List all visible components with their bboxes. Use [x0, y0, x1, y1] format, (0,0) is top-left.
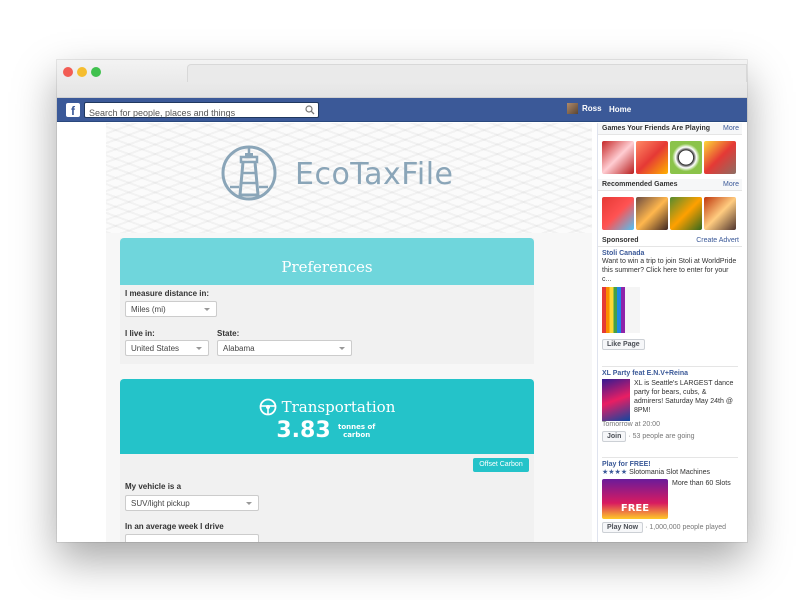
chevron-down-icon [204, 308, 210, 311]
game-tile[interactable] [636, 141, 668, 174]
ad-stoli: Stoli Canada Want to win a trip to join … [602, 250, 738, 351]
chevron-down-icon [196, 347, 202, 350]
distance-value: Miles (mi) [131, 305, 166, 314]
browser-tab[interactable] [187, 64, 747, 82]
recommended-games-title: Recommended Games [602, 181, 678, 188]
offset-carbon-button[interactable]: Offset Carbon [473, 458, 529, 472]
country-select[interactable]: United States [125, 340, 209, 356]
going-count: · 53 people are going [628, 433, 695, 440]
page-content: EcoTaxFile Preferences I measure distanc… [57, 123, 747, 542]
lighthouse-icon [221, 145, 277, 201]
rating-stars: ★★★★ [602, 469, 628, 476]
join-button[interactable]: Join [602, 431, 627, 442]
logo-text: EcoTaxFile [295, 156, 454, 192]
minimize-window-button[interactable] [77, 67, 87, 77]
maximize-window-button[interactable] [91, 67, 101, 77]
steering-wheel-icon [259, 398, 277, 416]
recommended-games-row [598, 192, 742, 235]
game-tile[interactable] [636, 197, 668, 230]
vehicle-label: My vehicle is a [125, 482, 182, 491]
country-value: United States [131, 344, 180, 353]
sponsored-header: Sponsored Create Advert [598, 235, 742, 247]
transportation-header: Transportation 3.83 tonnes of carbon [120, 379, 534, 454]
search-input[interactable] [85, 106, 297, 120]
create-advert-link[interactable]: Create Advert [696, 237, 739, 244]
weekly-distance-label: In an average week I drive [125, 522, 224, 531]
vehicle-select[interactable]: SUV/light pickup [125, 495, 259, 511]
ad-xl-party: XL Party feat E.N.V+Reina XL is Seattle'… [602, 366, 738, 442]
played-count: · 1,000,000 people played [645, 524, 727, 531]
play-now-button[interactable]: Play Now [602, 522, 644, 533]
browser-window: f Ross Home [57, 60, 747, 542]
game-tile[interactable] [602, 141, 634, 174]
facebook-top-bar: f Ross Home [57, 98, 747, 122]
ad-text: XL is Seattle's LARGEST dance party for … [634, 380, 734, 414]
ad-image[interactable] [602, 379, 630, 421]
game-tile[interactable] [704, 141, 736, 174]
country-label: I live in: [125, 329, 155, 338]
state-select[interactable]: Alabama [217, 340, 352, 356]
game-tile[interactable] [602, 197, 634, 230]
transportation-title: Transportation [281, 398, 396, 416]
ad-image[interactable] [602, 287, 640, 333]
transportation-card: Transportation 3.83 tonnes of carbon Off… [120, 379, 534, 542]
close-window-button[interactable] [63, 67, 73, 77]
event-time: Tomorrow at 20:00 [602, 421, 660, 428]
title-bar [57, 60, 747, 98]
chevron-down-icon [339, 347, 345, 350]
game-tile[interactable] [670, 197, 702, 230]
facebook-logo-icon[interactable]: f [66, 103, 80, 118]
user-name: Ross [582, 104, 602, 113]
ad-text: Want to win a trip to join Stoli at Worl… [602, 258, 737, 283]
friends-games-row [598, 136, 742, 179]
ecotaxfile-logo[interactable]: EcoTaxFile [221, 143, 454, 205]
more-recommended-link[interactable]: More [723, 181, 739, 188]
home-link[interactable]: Home [609, 105, 631, 114]
ad-subtitle-row: ★★★★ Slotomania Slot Machines [602, 468, 738, 477]
friends-games-title: Games Your Friends Are Playing [602, 125, 711, 132]
ad-slotomania: Play for FREE! ★★★★ Slotomania Slot Mach… [602, 457, 738, 533]
ad-title[interactable]: Stoli Canada [602, 250, 738, 257]
like-page-button[interactable]: Like Page [602, 339, 645, 350]
preferences-card: Preferences I measure distance in: Miles… [120, 238, 534, 364]
app-header: EcoTaxFile [106, 123, 592, 233]
profile-link[interactable]: Ross [567, 103, 602, 114]
avatar [567, 103, 578, 114]
ad-title[interactable]: XL Party feat E.N.V+Reina [602, 370, 738, 377]
carbon-unit: tonnes of carbon [337, 422, 376, 439]
right-sidebar: Games Your Friends Are Playing More Reco… [597, 123, 742, 542]
ad-title[interactable]: Play for FREE! [602, 461, 738, 468]
search-box[interactable] [84, 102, 319, 120]
vehicle-value: SUV/light pickup [131, 499, 190, 508]
distance-select[interactable]: Miles (mi) [125, 301, 217, 317]
weekly-distance-input[interactable] [125, 534, 259, 542]
game-tile[interactable] [670, 141, 702, 174]
recommended-games-header: Recommended Games More [598, 179, 742, 191]
ad-text: More than 60 Slots [672, 480, 731, 487]
more-games-link[interactable]: More [723, 125, 739, 132]
preferences-title: Preferences [120, 238, 534, 285]
state-label: State: [217, 329, 240, 338]
ecotaxfile-app: EcoTaxFile Preferences I measure distanc… [106, 123, 592, 542]
carbon-value: 3.83 [276, 418, 331, 443]
chevron-down-icon [246, 502, 252, 505]
ad-subtitle: Slotomania Slot Machines [629, 469, 710, 476]
game-tile[interactable] [704, 197, 736, 230]
distance-label: I measure distance in: [125, 289, 210, 298]
state-value: Alabama [223, 344, 255, 353]
sponsored-label: Sponsored [602, 237, 639, 244]
ad-image[interactable]: FREE [602, 479, 668, 519]
friends-games-header: Games Your Friends Are Playing More [598, 123, 742, 135]
search-icon[interactable] [305, 105, 315, 115]
